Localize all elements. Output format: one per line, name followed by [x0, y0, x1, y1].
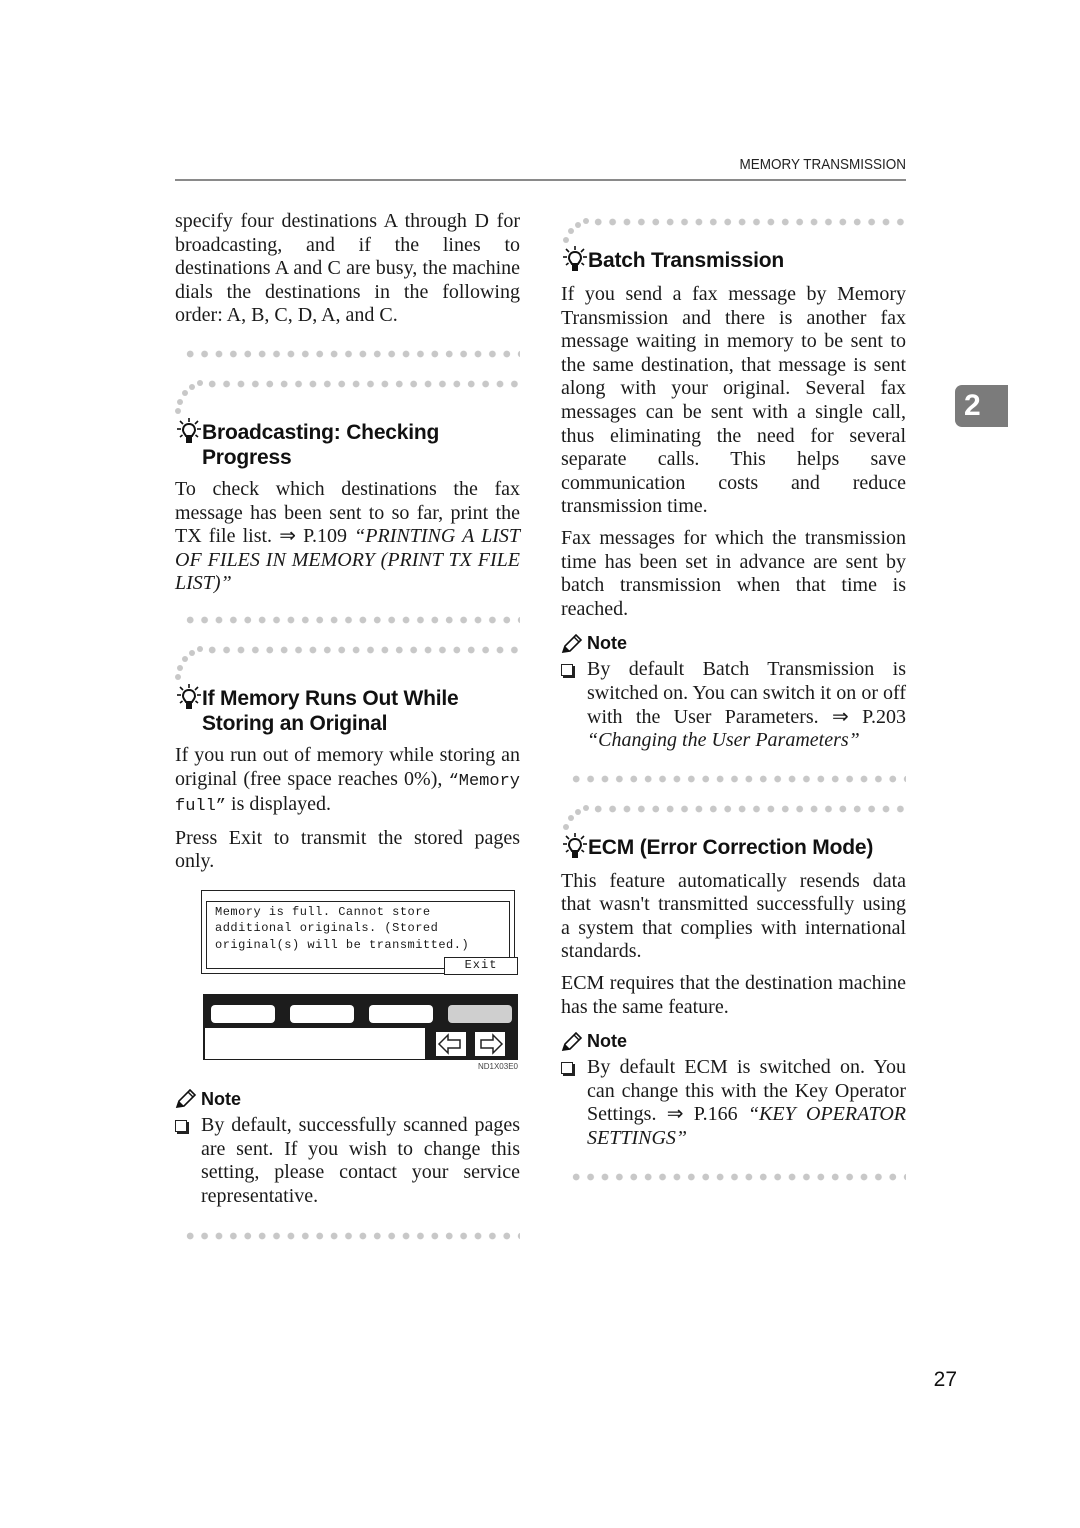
note-label: Note — [587, 1031, 627, 1052]
body-text: By default Batch Transmission is switche… — [587, 658, 906, 728]
decorative-dots-row — [205, 379, 520, 388]
panel-button[interactable] — [369, 1004, 433, 1023]
note-item: By default Batch Transmission is switche… — [561, 658, 906, 752]
panel-button-inactive[interactable] — [448, 1004, 512, 1023]
lcd-display-illustration: Memory is full. Cannot store additional … — [201, 889, 518, 975]
section-batch-transmission: Batch Transmission — [561, 218, 906, 273]
figure-code: ND1X03E0 — [477, 1061, 518, 1071]
section-ecm: ECM (Error Correction Mode) — [561, 804, 906, 860]
section-broadcasting: Broadcasting: Checking Progress — [175, 379, 520, 470]
batch-body-2: Fax messages for which the transmission … — [561, 526, 906, 620]
section-heading: ECM (Error Correction Mode) — [561, 832, 906, 860]
note-text: By default ECM is switched on. You can c… — [587, 1056, 906, 1150]
panel-button[interactable] — [290, 1004, 354, 1023]
broadcasting-body: To check which destinations the fax mess… — [175, 478, 520, 596]
ecm-body-2: ECM requires that the destination machin… — [561, 972, 906, 1018]
lightbulb-icon — [177, 417, 201, 443]
memory-body: If you run out of memory while storing a… — [175, 744, 520, 819]
section-title: Broadcasting: Checking Progress — [202, 420, 440, 469]
section-title: If Memory Runs Out While Storing an Orig… — [202, 686, 459, 735]
ecm-body: This feature automatically resends data … — [561, 869, 906, 963]
section-title: Batch Transmission — [588, 249, 784, 272]
note-heading: Note — [561, 1031, 906, 1052]
page-number: 27 — [933, 1368, 957, 1391]
lightbulb-icon — [177, 683, 201, 709]
section-title: ECM (Error Correction Mode) — [588, 835, 874, 859]
section-end-dots — [183, 1232, 520, 1241]
panel-display — [205, 1027, 425, 1059]
left-arrow-icon[interactable] — [436, 1031, 466, 1056]
batch-body: If you send a fax message by Memory Tran… — [561, 283, 906, 518]
decorative-dots-row — [591, 218, 906, 226]
note-text: By default, successfully scanned pages a… — [201, 1113, 520, 1207]
pencil-icon — [561, 633, 583, 653]
decorative-dots-row — [205, 645, 520, 654]
section-end-dots — [569, 1172, 906, 1181]
checkbox-bullet-icon — [175, 1119, 187, 1132]
right-arrow-icon[interactable] — [475, 1031, 505, 1056]
decorative-dots — [561, 804, 591, 845]
section-end-dots — [183, 615, 520, 624]
right-column: Batch Transmission If you send a fax mes… — [561, 210, 906, 1181]
section-memory-runs-out: If Memory Runs Out While Storing an Orig… — [175, 645, 520, 736]
note-label: Note — [201, 1088, 241, 1109]
decorative-dots — [561, 218, 591, 258]
chapter-tab: 2 — [955, 385, 1008, 427]
memory-body-2: Press Exit to transmit the stored pages … — [175, 826, 520, 873]
left-column: specify four destinations A through D fo… — [175, 210, 520, 1241]
exit-button[interactable]: Exit — [444, 956, 518, 975]
checkbox-bullet-icon — [561, 664, 573, 677]
body-text: is displayed. — [226, 793, 332, 816]
decorative-dots — [175, 645, 205, 686]
section-heading: If Memory Runs Out While Storing an Orig… — [175, 683, 520, 736]
decorative-dots — [175, 379, 205, 420]
note-item: By default, successfully scanned pages a… — [175, 1114, 520, 1208]
section-end-dots — [569, 774, 906, 783]
section-heading: Broadcasting: Checking Progress — [175, 417, 520, 470]
control-panel-illustration — [203, 993, 518, 1060]
note-heading: Note — [175, 1089, 520, 1110]
note-heading: Note — [561, 633, 906, 654]
note-item: By default ECM is switched on. You can c… — [561, 1056, 906, 1150]
panel-button[interactable] — [211, 1004, 275, 1023]
running-header: MEMORY TRANSMISSION — [739, 156, 906, 173]
section-end-dots — [183, 349, 520, 358]
header-rule — [175, 179, 906, 181]
checkbox-bullet-icon — [561, 1062, 573, 1075]
decorative-dots-row — [591, 804, 906, 813]
intro-paragraph: specify four destinations A through D fo… — [175, 210, 520, 327]
note-text: By default Batch Transmission is switche… — [587, 658, 906, 752]
pencil-icon — [561, 1031, 583, 1051]
note-label: Note — [587, 633, 627, 654]
pencil-icon — [175, 1089, 197, 1109]
section-heading: Batch Transmission — [561, 246, 906, 273]
cross-reference-link[interactable]: “Changing the User Parameters” — [587, 729, 860, 751]
